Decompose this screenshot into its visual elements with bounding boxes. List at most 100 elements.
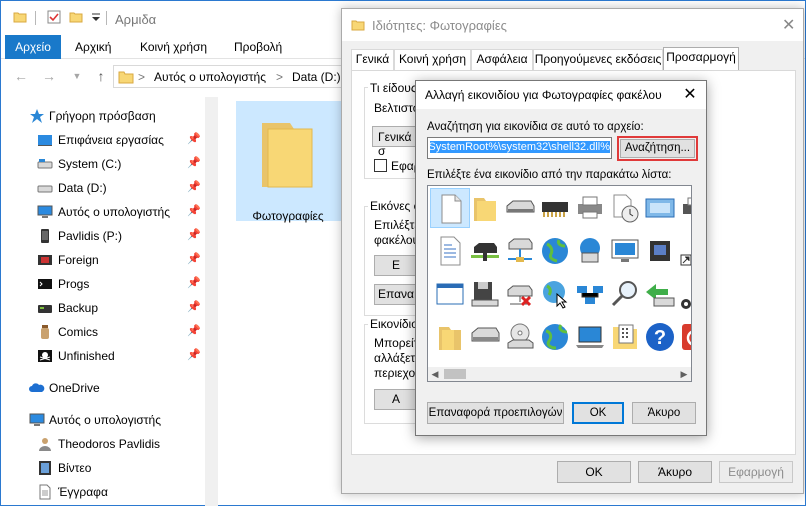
pin-icon[interactable]: 📌: [187, 204, 201, 217]
icon-option[interactable]: [430, 317, 470, 357]
icon-option[interactable]: [465, 274, 505, 314]
restore-defaults-button[interactable]: Επαναφορά προεπιλογών: [427, 402, 564, 424]
tab-sharing[interactable]: Κοινή χρήση: [394, 49, 471, 70]
icon-option[interactable]: [640, 274, 680, 314]
icon-option[interactable]: [605, 188, 645, 228]
tab-share[interactable]: Κοινή χρήση: [140, 35, 207, 59]
icon-option[interactable]: [675, 231, 691, 271]
apply-button[interactable]: Εφαρμογή: [719, 461, 793, 483]
icon-option[interactable]: [500, 231, 540, 271]
pin-icon[interactable]: 📌: [187, 324, 201, 337]
icon-list-scrollbar[interactable]: ◀ ▶: [428, 367, 691, 381]
icon-list[interactable]: ? ◀ ▶: [427, 185, 692, 382]
nav-item-data-d[interactable]: Data (D:) 📌: [1, 177, 207, 199]
folder-item[interactable]: Φωτογραφίες: [236, 101, 344, 223]
icon-option[interactable]: [465, 231, 505, 271]
nav-item-desktop[interactable]: Επιφάνεια εργασίας 📌: [1, 129, 207, 151]
pin-icon[interactable]: 📌: [187, 252, 201, 265]
icon-option[interactable]: [640, 188, 680, 228]
nav-item-this-pc-pinned[interactable]: Αυτός ο υπολογιστής 📌: [1, 201, 207, 223]
icon-option[interactable]: [535, 274, 575, 314]
pin-icon[interactable]: 📌: [187, 300, 201, 313]
nav-item-videos[interactable]: Βίντεο: [1, 457, 207, 479]
forward-arrow-icon[interactable]: →: [41, 68, 57, 84]
nav-item-backup[interactable]: Backup 📌: [1, 297, 207, 319]
pin-icon[interactable]: 📌: [187, 156, 201, 169]
change-icon-button[interactable]: Α: [374, 389, 418, 410]
nav-item-documents[interactable]: Έγγραφα: [1, 481, 207, 503]
cancel-button[interactable]: Άκυρο: [632, 402, 696, 424]
icon-option[interactable]: [500, 274, 540, 314]
icon-option[interactable]: [640, 231, 680, 271]
icon-option[interactable]: [605, 274, 645, 314]
icon-option[interactable]: [465, 188, 505, 228]
tab-security[interactable]: Ασφάλεια: [471, 49, 533, 70]
close-icon[interactable]: ✕: [782, 15, 795, 35]
scroll-left-icon[interactable]: ◀: [428, 367, 442, 381]
breadcrumb-this-pc[interactable]: Αυτός ο υπολογιστής: [154, 70, 266, 84]
tab-previous-versions[interactable]: Προηγούμενες εκδόσεις: [533, 49, 663, 70]
recent-chevron-icon[interactable]: ▼: [69, 68, 85, 84]
nav-item-user[interactable]: Theodoros Pavlidis: [1, 433, 207, 455]
nav-item-onedrive[interactable]: OneDrive: [1, 377, 207, 399]
cancel-button[interactable]: Άκυρο: [638, 461, 712, 483]
ok-button[interactable]: OK: [572, 402, 624, 424]
icon-option[interactable]: [500, 188, 540, 228]
pin-icon[interactable]: 📌: [187, 348, 201, 361]
tab-general[interactable]: Γενικά: [351, 49, 394, 70]
icon-option[interactable]: [535, 231, 575, 271]
customize-qat-icon[interactable]: [89, 10, 103, 24]
icon-option[interactable]: [465, 317, 505, 357]
icon-option[interactable]: [570, 317, 610, 357]
address-bar[interactable]: > Αυτός ο υπολογιστής > Data (D:): [113, 65, 353, 88]
tab-view[interactable]: Προβολή: [234, 35, 282, 59]
apply-subfolders-checkbox[interactable]: [374, 159, 387, 172]
nav-item-comics[interactable]: Comics 📌: [1, 321, 207, 343]
icon-option[interactable]: [570, 231, 610, 271]
icon-option[interactable]: [675, 317, 691, 357]
icon-option[interactable]: [570, 188, 610, 228]
nav-item-system-c[interactable]: System (C:) 📌: [1, 153, 207, 175]
folder-type-select[interactable]: Γενικά σ: [372, 126, 418, 158]
choose-file-button[interactable]: Ε: [374, 255, 418, 276]
icon-option[interactable]: ?: [640, 317, 680, 357]
icon-option[interactable]: [430, 274, 470, 314]
nav-item-unfinished[interactable]: Unfinished 📌: [1, 345, 207, 367]
tab-home[interactable]: Αρχική: [75, 35, 111, 59]
icon-option[interactable]: [535, 188, 575, 228]
properties-icon[interactable]: [47, 10, 61, 24]
nav-item-quick-access[interactable]: Γρήγορη πρόσβαση: [1, 105, 207, 127]
up-arrow-icon[interactable]: ↑: [93, 68, 109, 84]
icon-option[interactable]: [605, 231, 645, 271]
pin-icon[interactable]: 📌: [187, 180, 201, 193]
scroll-thumb[interactable]: [444, 369, 466, 379]
scroll-right-icon[interactable]: ▶: [677, 367, 691, 381]
back-arrow-icon[interactable]: ←: [13, 68, 29, 84]
icon-option[interactable]: [605, 317, 645, 357]
pin-icon[interactable]: 📌: [187, 228, 201, 241]
new-folder-icon[interactable]: [69, 10, 83, 24]
nav-item-foreign[interactable]: Foreign 📌: [1, 249, 207, 271]
navigation-scrollbar[interactable]: [205, 97, 218, 506]
close-icon[interactable]: ✕: [678, 84, 702, 106]
nav-item-progs[interactable]: Progs 📌: [1, 273, 207, 295]
folder-icon[interactable]: [13, 10, 27, 24]
icon-option[interactable]: [430, 188, 470, 228]
tab-file[interactable]: Αρχείο: [5, 35, 61, 59]
pin-icon[interactable]: 📌: [187, 132, 201, 145]
ok-button[interactable]: OK: [557, 461, 631, 483]
browse-button[interactable]: Αναζήτηση...: [620, 139, 695, 158]
icon-option[interactable]: [535, 317, 575, 357]
icon-option[interactable]: [675, 188, 691, 228]
icon-option[interactable]: [675, 274, 691, 314]
tab-customize[interactable]: Προσαρμογή: [663, 47, 739, 71]
icon-option[interactable]: [430, 231, 470, 271]
icon-option[interactable]: [570, 274, 610, 314]
breadcrumb-data-drive[interactable]: Data (D:): [292, 70, 341, 84]
nav-item-this-pc[interactable]: Αυτός ο υπολογιστής: [1, 409, 207, 431]
restore-default-button[interactable]: Επανα: [374, 284, 418, 305]
pin-icon[interactable]: 📌: [187, 276, 201, 289]
icon-file-path-input[interactable]: %SystemRoot%\system32\shell32.dll: [427, 137, 612, 159]
nav-item-pavlidis-p[interactable]: Pavlidis (P:) 📌: [1, 225, 207, 247]
icon-option[interactable]: [500, 317, 540, 357]
